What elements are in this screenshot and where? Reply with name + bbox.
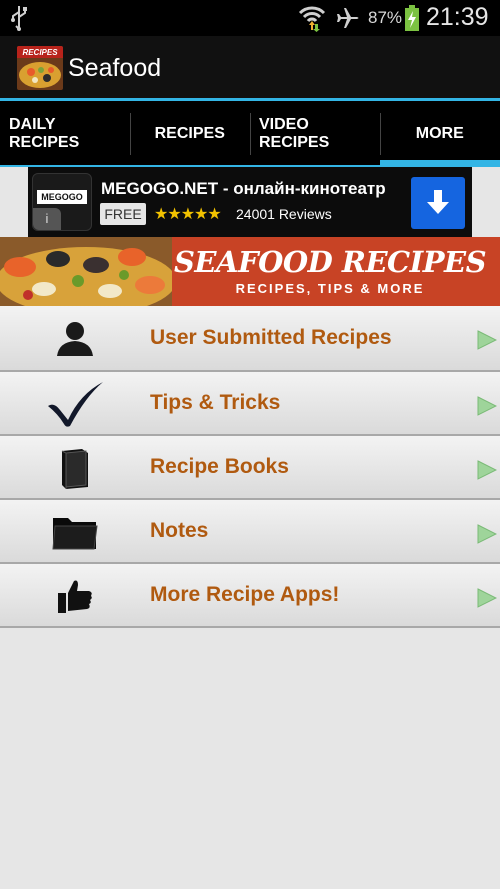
wifi-icon bbox=[298, 4, 326, 37]
action-bar: RECIPES Seafood bbox=[0, 36, 500, 100]
menu-item-label: More Recipe Apps! bbox=[150, 583, 340, 606]
thumbs-up-icon bbox=[45, 572, 105, 620]
chevron-right-icon bbox=[477, 524, 498, 549]
ad-price-badge: FREE bbox=[100, 203, 146, 225]
download-button[interactable] bbox=[411, 177, 465, 229]
battery-percent: 87% bbox=[368, 8, 403, 27]
more-menu-list: User Submitted Recipes Tips & Tricks Rec… bbox=[0, 306, 500, 628]
tab-recipes[interactable]: RECIPES bbox=[129, 101, 251, 167]
battery-charging-icon bbox=[404, 5, 420, 36]
menu-item-label: Notes bbox=[150, 519, 209, 542]
usb-icon bbox=[10, 5, 28, 36]
tab-label: MORE bbox=[415, 125, 464, 142]
info-icon[interactable]: i bbox=[33, 208, 61, 230]
tab-more[interactable]: MORE bbox=[379, 101, 500, 167]
chevron-right-icon bbox=[477, 588, 498, 613]
seafood-banner: SEAFOOD RECIPES RECIPES, TIPS & MORE bbox=[0, 237, 500, 306]
menu-item-label: User Submitted Recipes bbox=[150, 326, 392, 349]
tab-bar: DAILY RECIPES RECIPES VIDEO RECIPES MORE bbox=[0, 101, 500, 167]
download-arrow-icon bbox=[427, 190, 449, 214]
app-icon[interactable]: RECIPES bbox=[17, 46, 63, 90]
clock: 21:39 bbox=[426, 3, 489, 31]
ad-banner[interactable]: MEGOGO i MEGOGO.NET - онлайн-кинотеатр F… bbox=[28, 167, 472, 237]
ad-reviews-count: 24001 Reviews bbox=[236, 206, 332, 222]
user-icon bbox=[45, 314, 105, 362]
menu-item-more-recipe-apps[interactable]: More Recipe Apps! bbox=[0, 564, 500, 628]
chevron-right-icon bbox=[477, 330, 498, 355]
ad-title[interactable]: MEGOGO.NET - онлайн-кинотеатр bbox=[101, 179, 386, 199]
menu-item-user-submitted-recipes[interactable]: User Submitted Recipes bbox=[0, 306, 500, 372]
airplane-mode-icon bbox=[336, 6, 360, 35]
tab-video-recipes[interactable]: VIDEO RECIPES bbox=[250, 101, 380, 167]
tab-label: RECIPES bbox=[154, 125, 225, 142]
ad-app-logo[interactable]: MEGOGO i bbox=[32, 173, 92, 231]
ad-logo-text: MEGOGO bbox=[37, 190, 87, 204]
app-icon-label: RECIPES bbox=[22, 48, 58, 57]
checkmark-icon bbox=[45, 380, 105, 428]
menu-item-notes[interactable]: Notes bbox=[0, 500, 500, 564]
banner-title: SEAFOOD RECIPES bbox=[173, 245, 487, 279]
banner-subtitle: RECIPES, TIPS & MORE bbox=[235, 281, 425, 296]
tab-daily-recipes[interactable]: DAILY RECIPES bbox=[0, 101, 130, 167]
book-icon bbox=[45, 444, 105, 492]
folder-icon bbox=[45, 508, 105, 556]
status-bar: 87% 21:39 bbox=[0, 0, 500, 36]
app-title: Seafood bbox=[68, 54, 162, 82]
menu-item-label: Tips & Tricks bbox=[150, 391, 281, 414]
chevron-right-icon bbox=[477, 396, 498, 421]
chevron-right-icon bbox=[477, 460, 498, 485]
menu-item-label: Recipe Books bbox=[150, 455, 289, 478]
tab-label: VIDEO RECIPES bbox=[259, 116, 330, 151]
ad-rating-stars: ★★★★★ bbox=[154, 206, 222, 223]
menu-item-tips-tricks[interactable]: Tips & Tricks bbox=[0, 372, 500, 436]
tab-label: DAILY RECIPES bbox=[9, 116, 80, 151]
seafood-dish-image bbox=[0, 237, 172, 306]
menu-item-recipe-books[interactable]: Recipe Books bbox=[0, 436, 500, 500]
